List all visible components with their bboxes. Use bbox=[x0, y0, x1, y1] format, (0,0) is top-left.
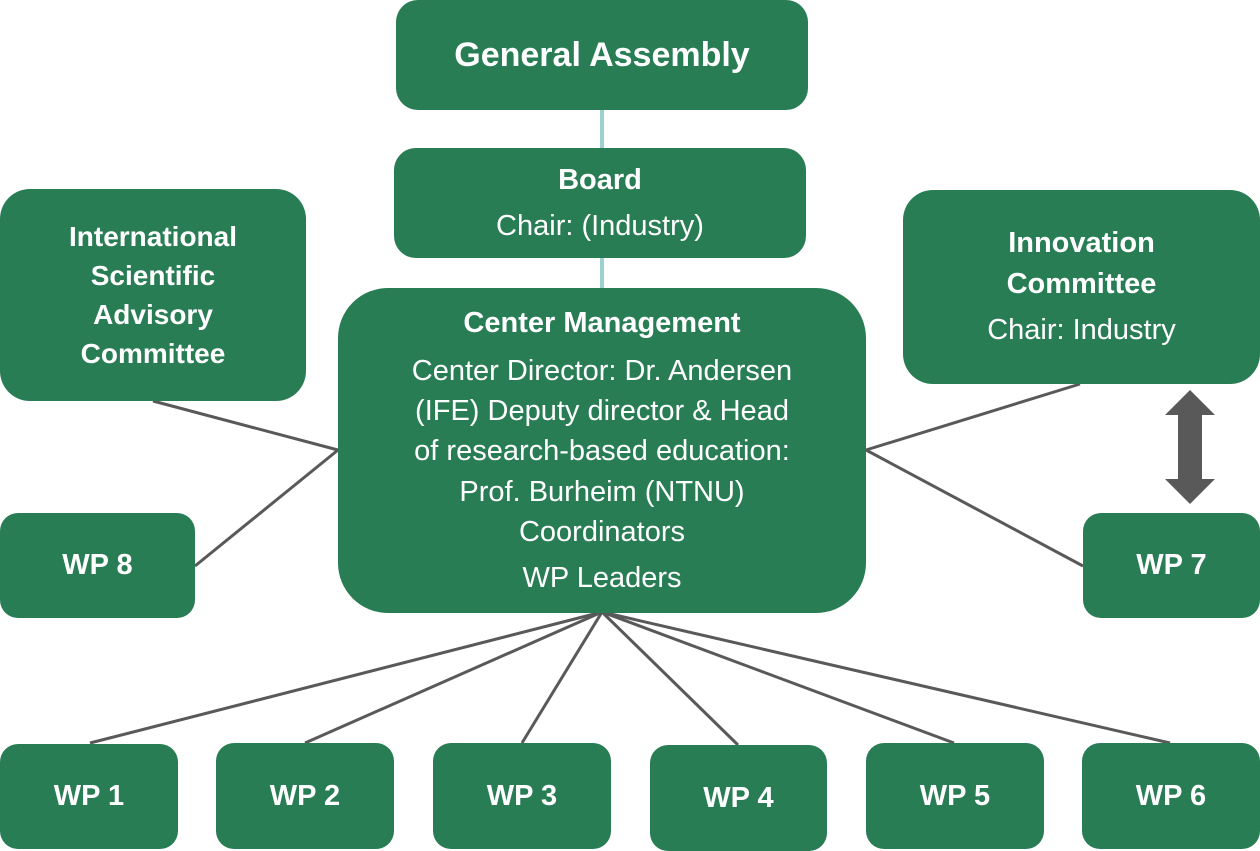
advisory-committee-box: International Scientific Advisory Commit… bbox=[0, 189, 306, 401]
connector-innovation bbox=[865, 382, 1081, 452]
connector-advisory bbox=[152, 399, 339, 452]
connector-wp4 bbox=[600, 610, 740, 747]
double-arrow-icon bbox=[1165, 390, 1215, 504]
wp6-label: WP 6 bbox=[1135, 779, 1207, 812]
wp6-box: WP 6 bbox=[1082, 743, 1260, 849]
wp8-box: WP 8 bbox=[0, 513, 195, 618]
center-line: Prof. Burheim (NTNU) bbox=[459, 475, 745, 508]
wp5-label: WP 5 bbox=[919, 779, 991, 812]
innovation-committee-box: Innovation Committee Chair: Industry bbox=[903, 190, 1260, 384]
center-management-box: Center Management Center Director: Dr. A… bbox=[338, 288, 866, 613]
wp4-label: WP 4 bbox=[703, 781, 774, 814]
general-assembly-box: General Assembly bbox=[396, 0, 808, 110]
wp3-box: WP 3 bbox=[433, 743, 611, 849]
board-chair: Chair: (Industry) bbox=[496, 210, 704, 242]
innovation-chair: Chair: Industry bbox=[987, 314, 1176, 347]
advisory-line: Advisory bbox=[93, 299, 213, 330]
center-line: (IFE) Deputy director & Head bbox=[415, 395, 789, 428]
advisory-line: International bbox=[68, 220, 237, 252]
innovation-line: Committee bbox=[1006, 267, 1157, 300]
wp7-box: WP 7 bbox=[1083, 513, 1260, 618]
wp7-label: WP 7 bbox=[1136, 549, 1207, 581]
connector-wp7 bbox=[865, 448, 1084, 568]
board-box: Board Chair: (Industry) bbox=[394, 148, 806, 258]
wp2-label: WP 2 bbox=[269, 779, 341, 812]
wp3-label: WP 3 bbox=[486, 779, 558, 812]
wp2-box: WP 2 bbox=[216, 743, 394, 849]
board-title: Board bbox=[558, 163, 642, 196]
wp4-box: WP 4 bbox=[650, 745, 827, 851]
center-line: of research-based education: bbox=[414, 435, 790, 468]
connector-wp3 bbox=[520, 611, 604, 744]
advisory-line: Committee bbox=[80, 338, 226, 370]
general-assembly-title: General Assembly bbox=[454, 35, 750, 74]
center-line: Center Director: Dr. Andersen bbox=[411, 355, 793, 388]
wp5-box: WP 5 bbox=[866, 743, 1044, 849]
wp1-box: WP 1 bbox=[0, 744, 178, 849]
center-title: Center Management bbox=[463, 307, 741, 340]
advisory-line: Scientific bbox=[90, 259, 216, 291]
connector-wp6 bbox=[601, 610, 1171, 745]
wp1-label: WP 1 bbox=[53, 780, 125, 812]
wp-leaders: WP Leaders bbox=[522, 561, 682, 594]
innovation-line: Innovation bbox=[1008, 227, 1155, 260]
center-line: Coordinators bbox=[518, 515, 686, 548]
connector-wp8 bbox=[194, 448, 339, 568]
connector-wp5 bbox=[601, 610, 955, 745]
wp8-label: WP 8 bbox=[62, 549, 133, 581]
